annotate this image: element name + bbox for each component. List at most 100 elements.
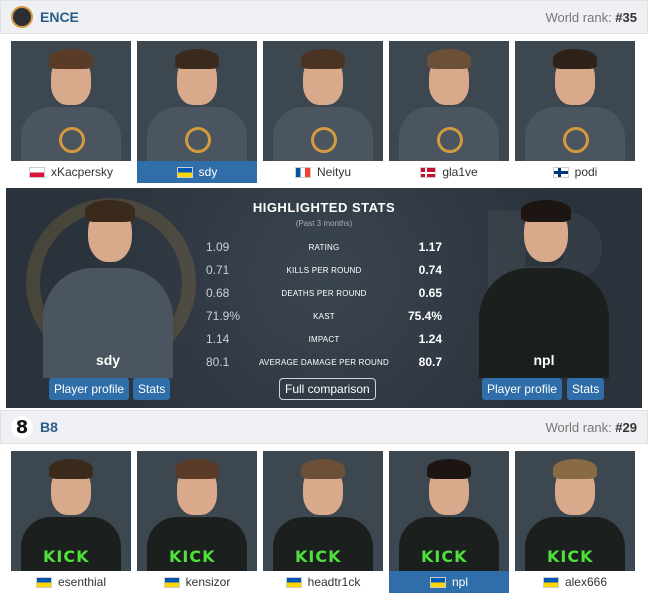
stat-row: 1.14 IMPACT 1.24 xyxy=(206,328,442,350)
player-nick-bar[interactable]: npl xyxy=(389,571,509,593)
player-card[interactable]: Neityu xyxy=(263,41,383,183)
player-nick-bar[interactable]: sdy xyxy=(137,161,257,183)
team-name[interactable]: B8 xyxy=(40,419,58,435)
right-stat-value: 1.24 xyxy=(418,332,442,346)
right-stat-value: 0.65 xyxy=(418,286,442,300)
player-photo[interactable] xyxy=(137,41,257,161)
player-nick: headtr1ck xyxy=(307,575,361,589)
left-stat-value: 71.9% xyxy=(206,309,241,323)
right-player-name: npl xyxy=(533,352,555,368)
player-photo[interactable]: KICK xyxy=(263,451,383,571)
flag-icon xyxy=(542,576,559,588)
player-nick-bar[interactable]: gla1ve xyxy=(389,161,509,183)
player-nick-bar[interactable]: Neityu xyxy=(263,161,383,183)
left-player-name: sdy xyxy=(95,352,121,368)
left-stat-value: 80.1 xyxy=(206,355,230,369)
player-nick-bar[interactable]: kensizor xyxy=(137,571,257,593)
flag-icon xyxy=(176,166,193,178)
player-nick-bar[interactable]: esenthial xyxy=(11,571,131,593)
player-nick-bar[interactable]: podi xyxy=(515,161,635,183)
flag-icon xyxy=(28,166,45,178)
team-header-ence: ENCE World rank: #35 xyxy=(0,0,648,34)
flag-icon xyxy=(35,576,52,588)
player-photo[interactable] xyxy=(515,41,635,161)
stats-title: HIGHLIGHTED STATS xyxy=(252,200,396,215)
player-photo[interactable]: KICK xyxy=(515,451,635,571)
player-nick: sdy xyxy=(198,165,218,179)
player-nick: esenthial xyxy=(57,575,107,589)
team2-roster: KICK esenthial KICK kensizor KICK headtr1ck KI… xyxy=(0,451,648,593)
ence-emblem-icon xyxy=(185,127,211,153)
world-rank: World rank: #29 xyxy=(545,419,637,435)
player-photo[interactable]: KICK xyxy=(137,451,257,571)
player-card[interactable]: KICK npl xyxy=(389,451,509,593)
player-nick-bar[interactable]: xKacpersky xyxy=(11,161,131,183)
player-nick: npl xyxy=(451,575,468,589)
highlighted-stats-panel: B sdy npl HIGHLIGHTED STATS (Past 3 mont… xyxy=(6,188,642,408)
full-comparison-button[interactable]: Full comparison xyxy=(279,378,376,400)
left-player-profile-button[interactable]: Player profile xyxy=(49,378,130,400)
player-card[interactable]: xKacpersky xyxy=(11,41,131,183)
kick-sponsor-icon: KICK xyxy=(421,547,468,566)
player-nick: podi xyxy=(574,165,598,179)
player-photo[interactable] xyxy=(11,41,131,161)
player-nick: Neityu xyxy=(316,165,351,179)
left-stats-button[interactable]: Stats xyxy=(133,378,171,400)
player-card[interactable]: KICK alex666 xyxy=(515,451,635,593)
left-stat-value: 0.71 xyxy=(206,263,230,277)
stat-name: IMPACT xyxy=(308,334,340,344)
player-card[interactable]: KICK kensizor xyxy=(137,451,257,593)
stat-name: RATING xyxy=(308,242,340,252)
kick-sponsor-icon: KICK xyxy=(169,547,216,566)
ence-emblem-icon xyxy=(437,127,463,153)
player-card[interactable]: podi xyxy=(515,41,635,183)
player-nick-bar[interactable]: alex666 xyxy=(515,571,635,593)
player-nick: alex666 xyxy=(564,575,608,589)
player-photo[interactable] xyxy=(263,41,383,161)
player-photo[interactable]: KICK xyxy=(389,451,509,571)
left-player-photo xyxy=(38,198,178,398)
stat-name: KAST xyxy=(313,311,335,321)
right-stat-value: 75.4% xyxy=(407,309,442,323)
stat-row: 0.68 DEATHS PER ROUND 0.65 xyxy=(206,282,442,304)
stat-name: AVERAGE DAMAGE PER ROUND xyxy=(258,357,389,367)
ence-logo-icon xyxy=(11,6,33,28)
player-card[interactable]: sdy xyxy=(137,41,257,183)
kick-sponsor-icon: KICK xyxy=(43,547,90,566)
right-stat-value: 1.17 xyxy=(418,240,442,254)
team-header-b8: 8 B8 World rank: #29 xyxy=(0,410,648,444)
kick-sponsor-icon: KICK xyxy=(295,547,342,566)
team-name[interactable]: ENCE xyxy=(40,9,79,25)
stat-row: 80.1 AVERAGE DAMAGE PER ROUND 80.7 xyxy=(206,351,442,373)
left-stat-value: 1.09 xyxy=(206,240,230,254)
player-card[interactable]: KICK esenthial xyxy=(11,451,131,593)
player-card[interactable]: gla1ve xyxy=(389,41,509,183)
stat-row: 0.71 KILLS PER ROUND 0.74 xyxy=(206,259,442,281)
stat-name: KILLS PER ROUND xyxy=(286,265,362,275)
player-card[interactable]: KICK headtr1ck xyxy=(263,451,383,593)
right-player-profile-button[interactable]: Player profile xyxy=(482,378,563,400)
player-nick-bar[interactable]: headtr1ck xyxy=(263,571,383,593)
right-stats-button[interactable]: Stats xyxy=(567,378,605,400)
right-player-photo xyxy=(474,198,614,398)
right-stat-value: 80.7 xyxy=(418,355,442,369)
stat-row: 1.09 RATING 1.17 xyxy=(206,236,442,258)
player-nick: kensizor xyxy=(185,575,231,589)
team1-roster: xKacpersky sdy Neityu gla1ve podi xyxy=(0,41,648,183)
left-stat-value: 0.68 xyxy=(206,286,230,300)
stat-name: DEATHS PER ROUND xyxy=(281,288,367,298)
ence-emblem-icon xyxy=(563,127,589,153)
player-nick: gla1ve xyxy=(442,165,478,179)
ence-emblem-icon xyxy=(311,127,337,153)
right-stat-value: 0.74 xyxy=(418,263,442,277)
stats-subtitle: (Past 3 months) xyxy=(295,219,353,228)
kick-sponsor-icon: KICK xyxy=(547,547,594,566)
player-photo[interactable]: KICK xyxy=(11,451,131,571)
stat-row: 71.9% KAST 75.4% xyxy=(206,305,442,327)
flag-icon xyxy=(294,166,311,178)
left-stat-value: 1.14 xyxy=(206,332,230,346)
player-photo[interactable] xyxy=(389,41,509,161)
flag-icon xyxy=(429,576,446,588)
b8-logo-icon: 8 xyxy=(11,416,33,438)
ence-emblem-icon xyxy=(59,127,85,153)
